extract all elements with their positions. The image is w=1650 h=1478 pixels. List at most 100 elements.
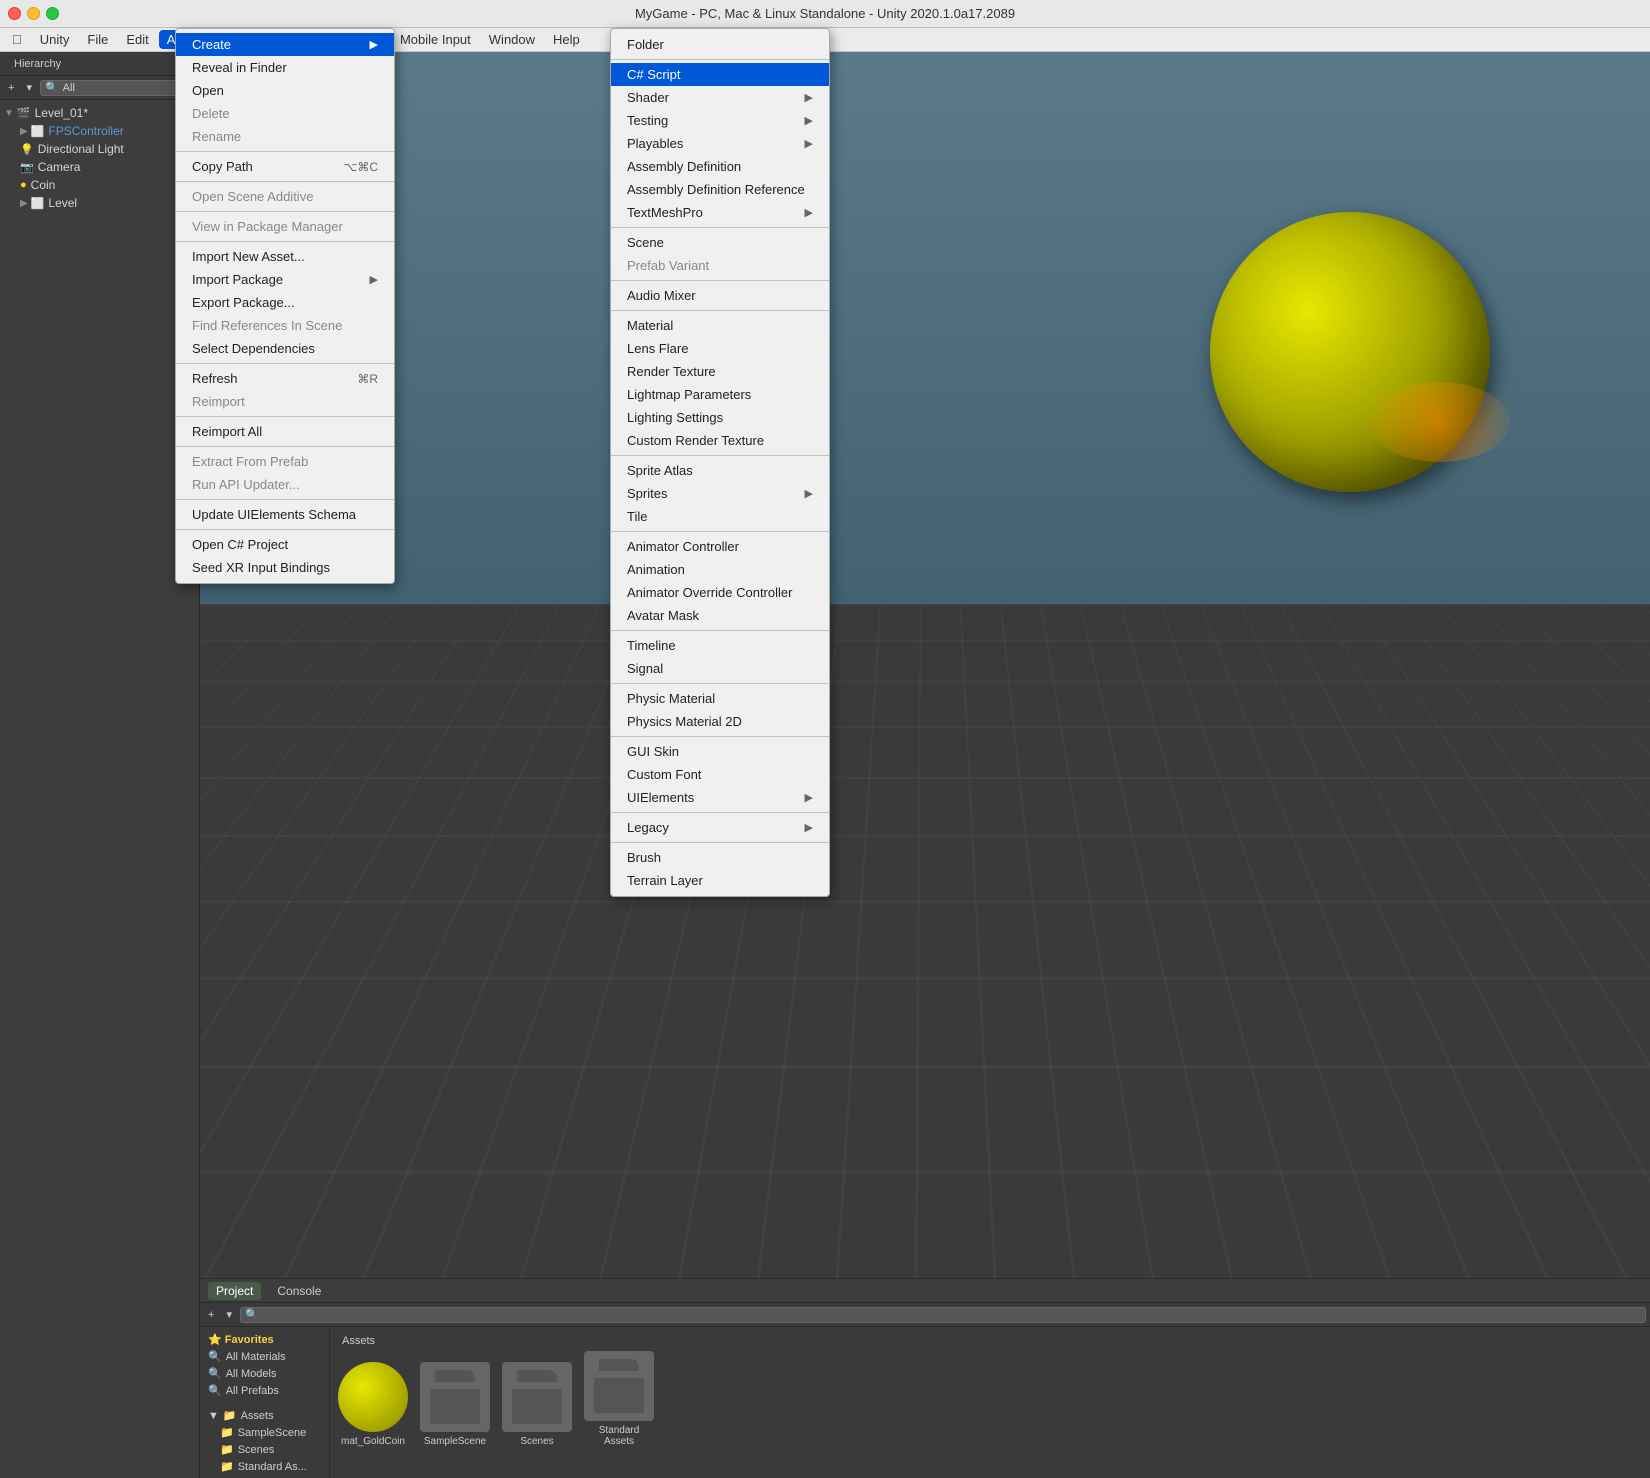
- cm-tile[interactable]: Tile: [611, 505, 829, 528]
- cm-audio-mixer[interactable]: Audio Mixer: [611, 284, 829, 307]
- hierarchy-dropdown-button[interactable]: ▾: [22, 80, 36, 95]
- menu-edit[interactable]: Edit: [118, 30, 156, 49]
- search-icon: 🔍: [208, 1350, 222, 1363]
- separator: [611, 531, 829, 532]
- cm-textmeshpro[interactable]: TextMeshPro ▶: [611, 201, 829, 224]
- hierarchy-item-level01[interactable]: ▼ 🎬 Level_01*: [0, 104, 199, 122]
- asset-item-standardassets[interactable]: Standard Assets: [584, 1351, 654, 1447]
- asset-grid: mat_GoldCoin SampleScene: [338, 1351, 1642, 1447]
- cm-copy-path[interactable]: Copy Path ⌥⌘C: [176, 155, 394, 178]
- cm-refresh[interactable]: Refresh ⌘R: [176, 367, 394, 390]
- cm-folder[interactable]: Folder: [611, 33, 829, 56]
- sidebar-samplescene[interactable]: 📁 SampleScene: [200, 1424, 329, 1441]
- cm-assembly-def[interactable]: Assembly Definition: [611, 155, 829, 178]
- cm-lightmap-params[interactable]: Lightmap Parameters: [611, 383, 829, 406]
- cm-assembly-def-ref[interactable]: Assembly Definition Reference: [611, 178, 829, 201]
- cm-sprite-atlas[interactable]: Sprite Atlas: [611, 459, 829, 482]
- hierarchy-item-level[interactable]: ▶ ⬜ Level: [16, 194, 199, 212]
- sidebar-assets-group[interactable]: ▼ 📁 Assets: [200, 1407, 329, 1424]
- sidebar-standardassets[interactable]: 📁 Standard As...: [200, 1458, 329, 1475]
- sidebar-all-materials[interactable]: 🔍 All Materials: [200, 1348, 329, 1365]
- cm-testing[interactable]: Testing ▶: [611, 109, 829, 132]
- hierarchy-item-camera[interactable]: 📷 Camera: [16, 158, 199, 176]
- cm-scene[interactable]: Scene: [611, 231, 829, 254]
- cm-timeline[interactable]: Timeline: [611, 634, 829, 657]
- hierarchy-item-label: Directional Light: [38, 142, 124, 156]
- scene-view[interactable]: [200, 52, 1650, 1278]
- hierarchy-item-fpscontroller[interactable]: ▶ ⬜ FPSController: [16, 122, 199, 140]
- asset-item-goldcoin[interactable]: mat_GoldCoin: [338, 1362, 408, 1447]
- search-icon: 🔍: [208, 1367, 222, 1380]
- cm-open[interactable]: Open: [176, 79, 394, 102]
- project-dropdown-button[interactable]: ▾: [222, 1307, 236, 1322]
- cm-create[interactable]: Create ▶: [176, 33, 394, 56]
- cm-material[interactable]: Material: [611, 314, 829, 337]
- sidebar-all-models[interactable]: 🔍 All Models: [200, 1365, 329, 1382]
- project-add-button[interactable]: +: [204, 1308, 218, 1322]
- cm-custom-render-texture[interactable]: Custom Render Texture: [611, 429, 829, 452]
- hierarchy-item-coin[interactable]: ● Coin: [16, 176, 199, 194]
- cube-icon: ⬜: [31, 125, 45, 138]
- search-value: All: [63, 82, 75, 94]
- cm-animation[interactable]: Animation: [611, 558, 829, 581]
- asset-item-scenes[interactable]: Scenes: [502, 1362, 572, 1447]
- cm-legacy[interactable]: Legacy ▶: [611, 816, 829, 839]
- cm-select-dependencies[interactable]: Select Dependencies: [176, 337, 394, 360]
- cm-export-package[interactable]: Export Package...: [176, 291, 394, 314]
- menu-apple[interactable]: : [4, 30, 30, 49]
- cm-playables[interactable]: Playables ▶: [611, 132, 829, 155]
- cm-physics-material-2d[interactable]: Physics Material 2D: [611, 710, 829, 733]
- asset-label-goldcoin: mat_GoldCoin: [341, 1436, 405, 1447]
- menu-file[interactable]: File: [79, 30, 116, 49]
- cm-reveal-finder[interactable]: Reveal in Finder: [176, 56, 394, 79]
- cm-import-package[interactable]: Import Package ▶: [176, 268, 394, 291]
- cm-sprites[interactable]: Sprites ▶: [611, 482, 829, 505]
- menu-unity[interactable]: Unity: [32, 30, 78, 49]
- separator: [176, 529, 394, 530]
- submenu-arrow: ▶: [805, 487, 813, 500]
- maximize-button[interactable]: [46, 7, 59, 20]
- asset-item-samplescene[interactable]: SampleScene: [420, 1362, 490, 1447]
- cm-brush[interactable]: Brush: [611, 846, 829, 869]
- menu-mobile-input[interactable]: Mobile Input: [392, 30, 479, 49]
- cm-animator-controller[interactable]: Animator Controller: [611, 535, 829, 558]
- cm-update-uielements[interactable]: Update UIElements Schema: [176, 503, 394, 526]
- hierarchy-toolbar: + ▾ 🔍 All: [0, 76, 199, 100]
- cm-terrain-layer[interactable]: Terrain Layer: [611, 869, 829, 892]
- sidebar-scenes[interactable]: 📁 Scenes: [200, 1441, 329, 1458]
- hierarchy-add-button[interactable]: +: [4, 81, 18, 95]
- cm-lighting-settings[interactable]: Lighting Settings: [611, 406, 829, 429]
- cm-physic-material[interactable]: Physic Material: [611, 687, 829, 710]
- hierarchy-tab[interactable]: Hierarchy: [8, 56, 67, 72]
- cm-csharp-script[interactable]: C# Script: [611, 63, 829, 86]
- cm-signal[interactable]: Signal: [611, 657, 829, 680]
- hierarchy-search[interactable]: 🔍 All: [40, 80, 195, 96]
- hierarchy-item-directionallight[interactable]: 💡 Directional Light: [16, 140, 199, 158]
- cm-gui-skin[interactable]: GUI Skin: [611, 740, 829, 763]
- tab-project[interactable]: Project: [208, 1282, 261, 1300]
- cm-view-package-manager: View in Package Manager: [176, 215, 394, 238]
- cm-reimport-all[interactable]: Reimport All: [176, 420, 394, 443]
- cm-seed-xr[interactable]: Seed XR Input Bindings: [176, 556, 394, 579]
- minimize-button[interactable]: [27, 7, 40, 20]
- menu-help[interactable]: Help: [545, 30, 588, 49]
- separator: [176, 499, 394, 500]
- cm-uielements[interactable]: UIElements ▶: [611, 786, 829, 809]
- separator: [611, 630, 829, 631]
- cm-open-csharp[interactable]: Open C# Project: [176, 533, 394, 556]
- cm-animator-override[interactable]: Animator Override Controller: [611, 581, 829, 604]
- close-button[interactable]: [8, 7, 21, 20]
- sidebar-all-prefabs[interactable]: 🔍 All Prefabs: [200, 1382, 329, 1399]
- cm-shader[interactable]: Shader ▶: [611, 86, 829, 109]
- tab-console[interactable]: Console: [269, 1282, 329, 1300]
- project-search[interactable]: 🔍: [240, 1307, 1646, 1323]
- cm-custom-font[interactable]: Custom Font: [611, 763, 829, 786]
- cm-import-new-asset[interactable]: Import New Asset...: [176, 245, 394, 268]
- cm-render-texture[interactable]: Render Texture: [611, 360, 829, 383]
- cm-avatar-mask[interactable]: Avatar Mask: [611, 604, 829, 627]
- cm-lens-flare[interactable]: Lens Flare: [611, 337, 829, 360]
- menu-window[interactable]: Window: [481, 30, 543, 49]
- submenu-arrow: ▶: [805, 114, 813, 127]
- asset-label-standardassets: Standard Assets: [584, 1425, 654, 1447]
- separator: [176, 446, 394, 447]
